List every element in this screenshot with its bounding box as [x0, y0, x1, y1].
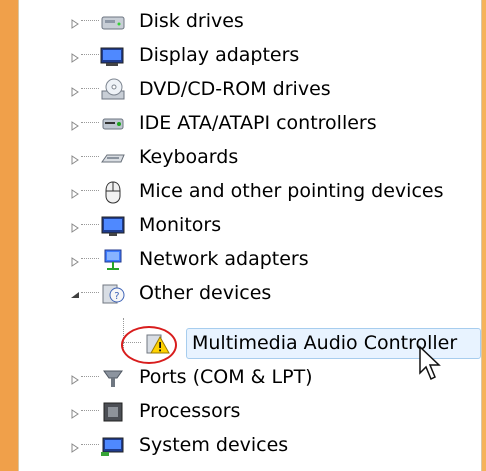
tree-connector [81, 88, 99, 90]
tree-item-processors[interactable]: Processors [19, 394, 481, 428]
tree-item-network-adapters[interactable]: Network adapters [19, 242, 481, 276]
expand-arrow-icon[interactable] [69, 83, 81, 97]
tree-connector [81, 376, 99, 378]
tree-item-keyboards[interactable]: Keyboards [19, 140, 481, 174]
expand-arrow-icon[interactable] [69, 219, 81, 233]
tree-item-ports-com-lpt[interactable]: Ports (COM & LPT) [19, 360, 481, 394]
tree-connector [81, 224, 99, 226]
keyboard-icon [99, 145, 127, 171]
tree-connector [81, 258, 99, 260]
device-tree: Disk drives Display adapters DVD/CD-ROM … [19, 0, 481, 471]
tree-item-other-devices[interactable]: ? Other devices [19, 276, 481, 310]
ide-controller-icon [99, 111, 127, 137]
tree-item-dvd-cd-rom-drives[interactable]: DVD/CD-ROM drives [19, 72, 481, 106]
tree-item-label: Other devices [139, 282, 272, 304]
network-adapter-icon [99, 247, 127, 273]
svg-text:?: ? [114, 291, 119, 302]
tree-connector [81, 122, 99, 124]
system-device-icon [99, 433, 127, 459]
tree-item-monitors[interactable]: Monitors [19, 208, 481, 242]
expand-arrow-icon[interactable] [69, 49, 81, 63]
expand-arrow-icon[interactable] [69, 439, 81, 453]
tree-item-label: Keyboards [139, 146, 239, 168]
dvd-drive-icon [99, 77, 127, 103]
expand-arrow-icon[interactable] [69, 151, 81, 165]
tree-item-label: Ports (COM & LPT) [139, 366, 313, 388]
processor-icon [99, 399, 127, 425]
tree-item-label: DVD/CD-ROM drives [139, 78, 331, 100]
collapse-arrow-icon[interactable] [69, 287, 81, 299]
tree-item-system-devices[interactable]: System devices [19, 428, 481, 462]
mouse-icon [99, 179, 127, 205]
tree-connector [81, 444, 99, 446]
tree-item-disk-drives[interactable]: Disk drives [19, 4, 481, 38]
tree-item-label: IDE ATA/ATAPI controllers [139, 112, 377, 134]
mouse-cursor-icon [418, 345, 444, 381]
other-devices-icon: ? [99, 281, 127, 307]
expand-arrow-icon[interactable] [69, 15, 81, 29]
port-icon [99, 365, 127, 391]
tree-item-display-adapters[interactable]: Display adapters [19, 38, 481, 72]
display-adapter-icon [99, 43, 127, 69]
tree-item-label: Monitors [139, 214, 222, 236]
tree-item-ide-ata-atapi-controllers[interactable]: IDE ATA/ATAPI controllers [19, 106, 481, 140]
tree-connector [81, 156, 99, 158]
tree-item-label: Disk drives [139, 10, 244, 32]
tree-connector [81, 190, 99, 192]
tree-connector [81, 20, 99, 22]
tree-item-label: Mice and other pointing devices [139, 180, 444, 202]
tree-item-label: Processors [139, 400, 241, 422]
monitor-icon [99, 213, 127, 239]
tree-connector [81, 54, 99, 56]
expand-arrow-icon[interactable] [69, 405, 81, 419]
tree-item-label: Display adapters [139, 44, 300, 66]
tree-item-mice-and-other-pointing-devices[interactable]: Mice and other pointing devices [19, 174, 481, 208]
expand-arrow-icon[interactable] [69, 371, 81, 385]
expand-arrow-icon[interactable] [69, 117, 81, 131]
device-manager-tree-panel: Disk drives Display adapters DVD/CD-ROM … [18, 0, 482, 471]
expand-arrow-icon[interactable] [69, 253, 81, 267]
tree-connector [81, 292, 99, 294]
red-annotation-circle [121, 326, 177, 364]
tree-connector [81, 410, 99, 412]
tree-item-multimedia-audio-controller[interactable]: Multimedia Audio Controller [19, 326, 481, 360]
expand-arrow-icon[interactable] [69, 185, 81, 199]
tree-item-label: Network adapters [139, 248, 309, 270]
tree-item-label: System devices [139, 434, 289, 456]
disk-drive-icon [99, 9, 127, 35]
